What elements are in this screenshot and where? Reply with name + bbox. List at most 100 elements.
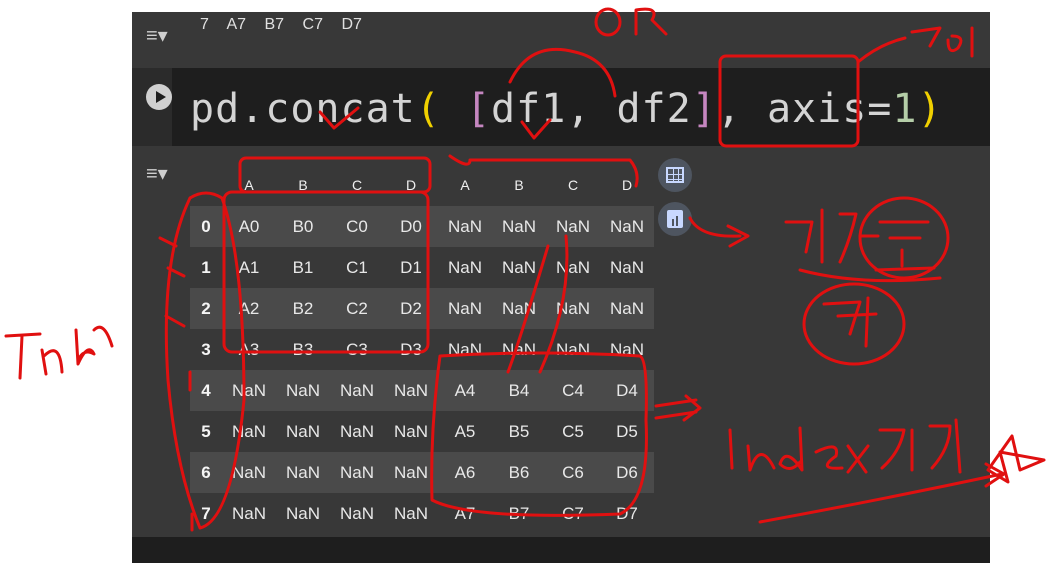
row-index: 7 [190, 493, 222, 534]
prev-cell: C7 [302, 16, 323, 33]
table-cell: NaN [600, 288, 654, 329]
table-cell: B1 [276, 247, 330, 288]
table-cell: C1 [330, 247, 384, 288]
bar-chart-icon[interactable] [658, 202, 692, 236]
table-cell: D5 [600, 411, 654, 452]
table-cell: C2 [330, 288, 384, 329]
column-header: A [244, 177, 254, 193]
table-cell: NaN [546, 247, 600, 288]
table-cell: B4 [492, 370, 546, 411]
code-close-bracket: ] [691, 86, 717, 132]
table-cell: D6 [600, 452, 654, 493]
table-cell: C0 [330, 206, 384, 247]
column-header: A [460, 177, 470, 193]
row-index: 1 [190, 247, 222, 288]
table-row: 1 A1 B1 C1 D1 NaN NaN NaN NaN [190, 247, 654, 288]
table-cell: NaN [492, 288, 546, 329]
table-cell: NaN [438, 247, 492, 288]
table-cell: A1 [222, 247, 276, 288]
table-cell: C4 [546, 370, 600, 411]
table-cell: NaN [276, 411, 330, 452]
table-cell: NaN [276, 370, 330, 411]
table-cell: B7 [492, 493, 546, 534]
table-cell: D1 [384, 247, 438, 288]
annotation-star [986, 434, 1046, 484]
table-cell: A2 [222, 288, 276, 329]
table-cell: NaN [222, 493, 276, 534]
code-open-bracket: [ [465, 86, 492, 132]
table-cell: D3 [384, 329, 438, 370]
table-row: 0 A0 B0 C0 D0 NaN NaN NaN NaN [190, 206, 654, 247]
output-expand-icon[interactable]: ≡▾ [146, 26, 168, 46]
table-cell: NaN [492, 247, 546, 288]
prev-cell: A7 [226, 16, 247, 33]
code-kw: , axis= [716, 86, 893, 132]
table-row: 3 A3 B3 C3 D3 NaN NaN NaN NaN [190, 329, 654, 370]
table-row: 2 A2 B2 C2 D2 NaN NaN NaN NaN [190, 288, 654, 329]
table-row: 4 NaN NaN NaN NaN A4 B4 C4 D4 [190, 370, 654, 411]
table-cell: NaN [330, 493, 384, 534]
table-cell: NaN [492, 329, 546, 370]
column-header: C [351, 177, 363, 193]
table-cell: NaN [600, 247, 654, 288]
prev-cell: D7 [341, 16, 362, 33]
table-cell: NaN [438, 288, 492, 329]
table-cell: A7 [438, 493, 492, 534]
table-cell: NaN [384, 370, 438, 411]
table-cell: NaN [438, 206, 492, 247]
table-cell: D0 [384, 206, 438, 247]
table-cell: NaN [276, 493, 330, 534]
index-header [190, 164, 222, 206]
dataframe-output: A B C D A B C D 0 A0 B0 C0 D0 NaN NaN NaN NaN 1 A1… [190, 164, 654, 534]
row-index: 4 [190, 370, 222, 411]
row-index: 5 [190, 411, 222, 452]
table-cell: C6 [546, 452, 600, 493]
table-cell: NaN [546, 288, 600, 329]
header-row: A B C D A B C D [190, 164, 654, 206]
prev-cell: B7 [264, 16, 285, 33]
output-expand-icon[interactable]: ≡▾ [146, 164, 168, 184]
table-cell: B2 [276, 288, 330, 329]
row-index: 0 [190, 206, 222, 247]
next-cell[interactable] [132, 537, 990, 563]
notebook-area: ≡▾ 7 A7 B7 C7 D7 pd.concat( [df1, df2], … [132, 12, 990, 563]
table-cell: A5 [438, 411, 492, 452]
column-header: C [567, 177, 579, 193]
play-icon[interactable] [146, 84, 172, 110]
table-cell: B6 [492, 452, 546, 493]
table-cell: D2 [384, 288, 438, 329]
table-cell: A0 [222, 206, 276, 247]
table-row: 5 NaN NaN NaN NaN A5 B5 C5 D5 [190, 411, 654, 452]
table-cell: NaN [384, 411, 438, 452]
table-cell: B5 [492, 411, 546, 452]
table-cell: NaN [600, 206, 654, 247]
code-close-paren: ) [917, 86, 943, 132]
table-cell: NaN [546, 329, 600, 370]
table-cell: B3 [276, 329, 330, 370]
table-cell: D7 [600, 493, 654, 534]
table-cell: NaN [276, 452, 330, 493]
table-cell: NaN [222, 370, 276, 411]
table-cell: NaN [600, 329, 654, 370]
table-cell: C7 [546, 493, 600, 534]
table-cell: C5 [546, 411, 600, 452]
code-args: df1, df2 [491, 86, 692, 132]
column-header: D [621, 177, 633, 193]
column-header: B [514, 177, 524, 193]
code-open-paren: ( [415, 86, 441, 132]
table-cell: B0 [276, 206, 330, 247]
column-header: B [298, 177, 308, 193]
row-index: 6 [190, 452, 222, 493]
table-cell: NaN [384, 452, 438, 493]
table-cell: NaN [330, 370, 384, 411]
row-index: 3 [190, 329, 222, 370]
code-line[interactable]: pd.concat( [df1, df2], axis=1) [190, 86, 943, 132]
table-cell: NaN [492, 206, 546, 247]
table-cell: NaN [222, 411, 276, 452]
table-cell: C3 [330, 329, 384, 370]
table-cell: NaN [330, 411, 384, 452]
previous-output-row: 7 A7 B7 C7 D7 [200, 16, 376, 34]
row-index: 2 [190, 288, 222, 329]
table-cell: A3 [222, 329, 276, 370]
table-icon[interactable] [658, 158, 692, 192]
